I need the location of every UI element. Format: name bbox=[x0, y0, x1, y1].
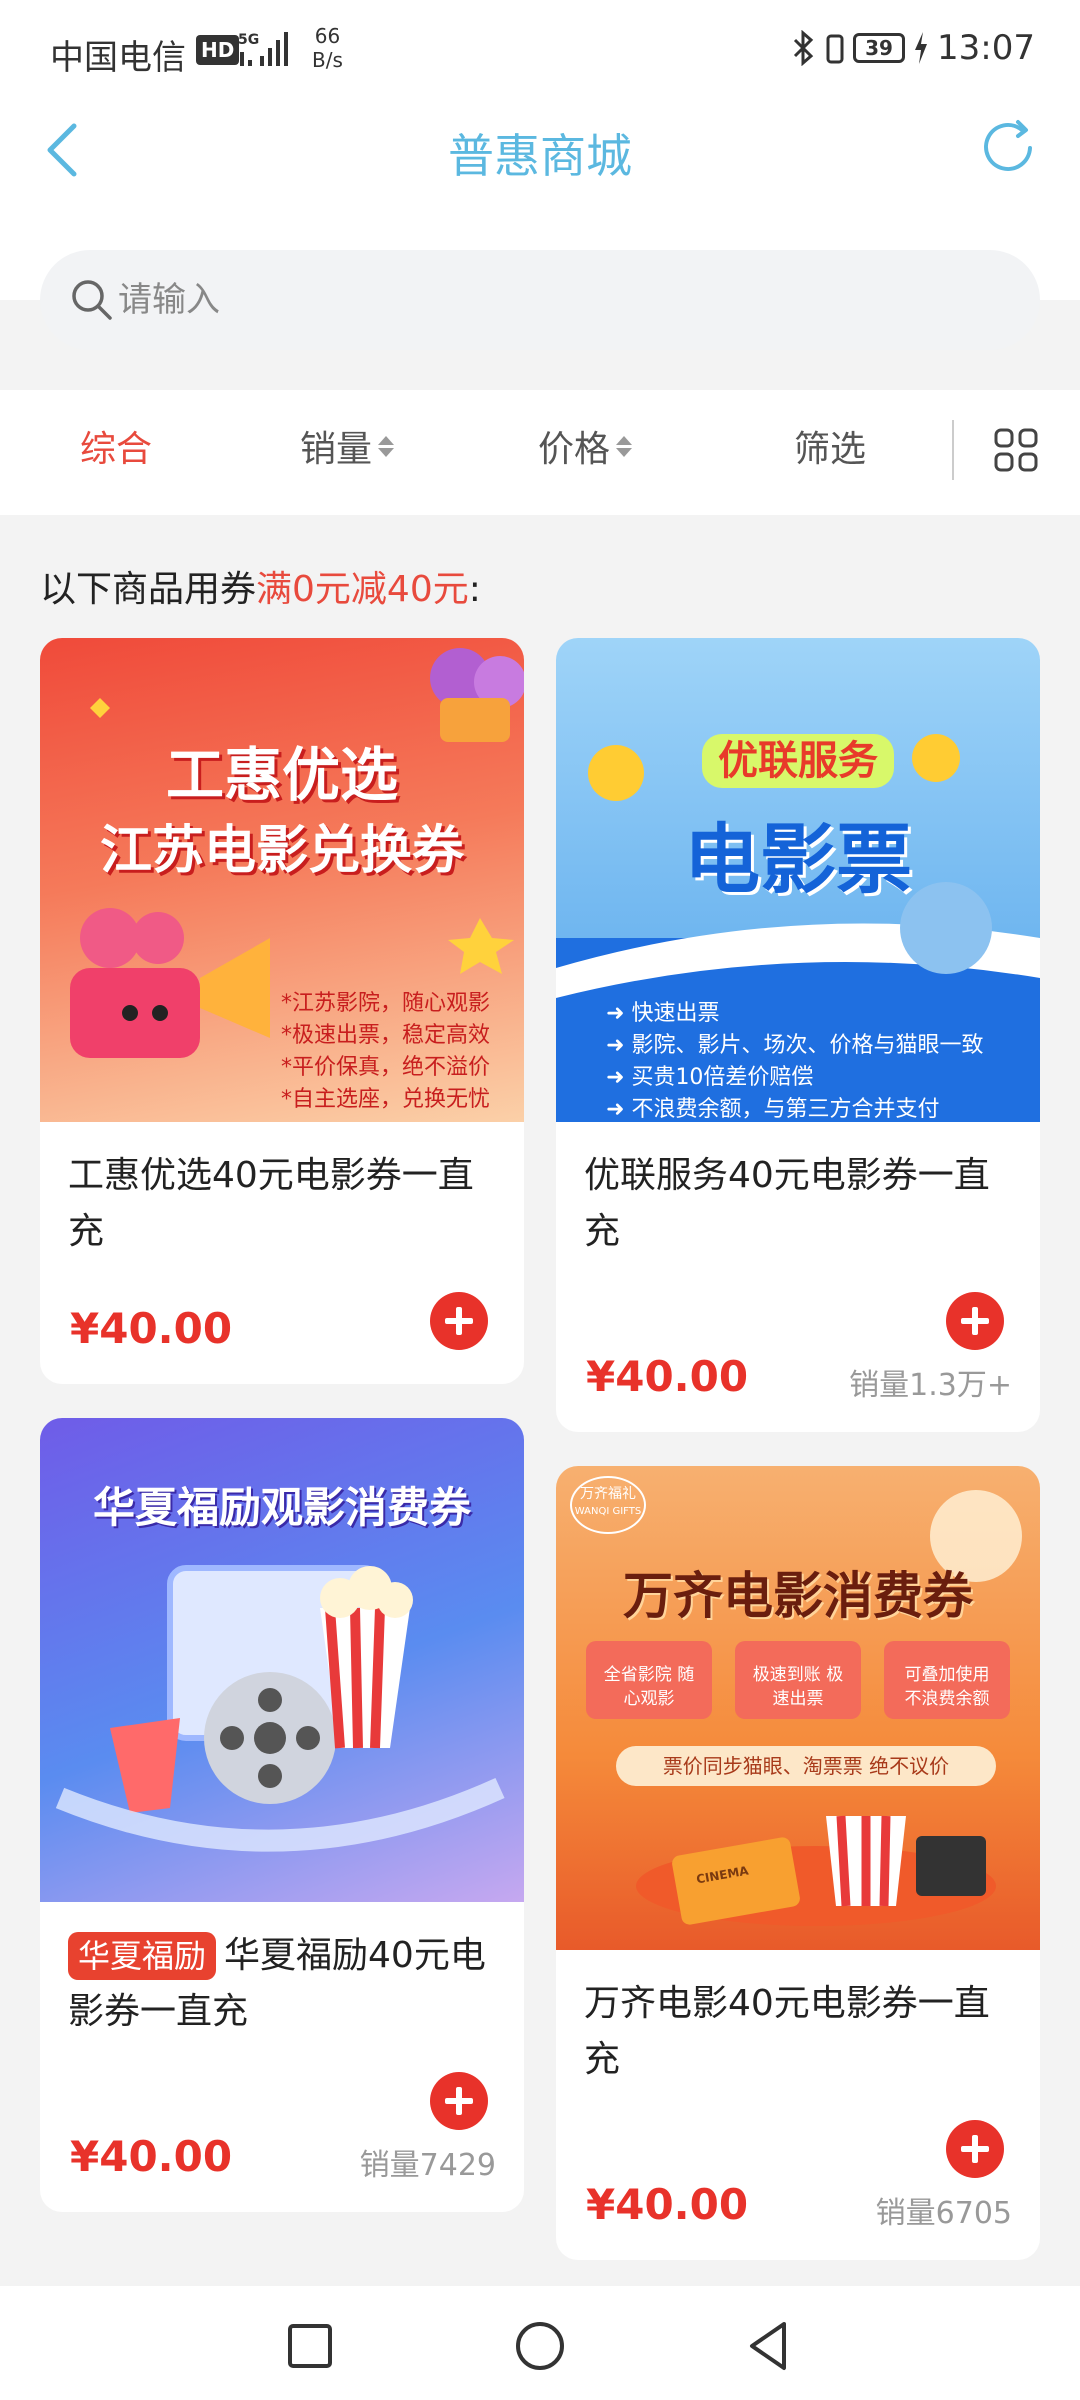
product-card[interactable]: 华夏福励观影消费券 华夏福励 华夏福励40元电影券一直充 ¥40.00 销量742… bbox=[40, 1418, 524, 2212]
sales-count: 销量6705 bbox=[875, 2196, 1012, 2231]
feature-box: 全省影院 随心观影 bbox=[586, 1641, 712, 1719]
charging-icon bbox=[915, 32, 928, 64]
speed-value: 66 bbox=[314, 24, 341, 48]
product-name[interactable]: 工惠优选40元电影券一直充 bbox=[68, 1148, 500, 1260]
bullet: *自主选座，兑换无忧 bbox=[280, 1087, 490, 1112]
product-image[interactable]: 华夏福励观影消费券 bbox=[40, 1418, 524, 1902]
product-image[interactable]: 万齐福礼 WANQI GIFTS 万齐电影消费券 全省影院 随心观影 极速到账 … bbox=[556, 1466, 1040, 1950]
add-to-cart-button[interactable] bbox=[946, 1292, 1004, 1350]
product-name[interactable]: 万齐电影40元电影券一直充 bbox=[584, 1976, 1016, 2088]
hint-prefix: 以下商品用券 bbox=[40, 569, 257, 610]
svg-text:5G: 5G bbox=[238, 32, 259, 48]
bullet-text: 买贵10倍差价赔偿 bbox=[631, 1065, 814, 1090]
tab-filter[interactable]: 筛选 bbox=[794, 420, 866, 472]
add-to-cart-button[interactable] bbox=[946, 2120, 1004, 2178]
status-bar: 中国电信 HD 5G 66 B/s 39 13:07 bbox=[0, 0, 1080, 100]
system-nav-bar bbox=[0, 2286, 1080, 2400]
tab-sales[interactable]: 销量 bbox=[300, 420, 395, 472]
bullet: ➜ 影院、影片、场次、价格与猫眼一致 bbox=[606, 1033, 984, 1058]
signal-icon: 5G bbox=[238, 32, 288, 66]
image-title-line1: 优联服务 bbox=[556, 728, 1040, 788]
bullet: ➜ 快速出票 bbox=[606, 1001, 720, 1026]
tab-label: 筛选 bbox=[794, 429, 867, 470]
tab-label: 价格 bbox=[538, 429, 611, 470]
status-right: 39 13:07 bbox=[791, 28, 1035, 68]
product-price: ¥40.00 bbox=[586, 1352, 749, 1401]
battery-level: 39 bbox=[853, 33, 906, 63]
product-name[interactable]: 华夏福励 华夏福励40元电影券一直充 bbox=[68, 1928, 500, 2040]
image-title-badge: 优联服务 bbox=[702, 734, 894, 788]
product-price: ¥40.00 bbox=[70, 2132, 233, 2181]
tab-comprehensive[interactable]: 综合 bbox=[80, 420, 152, 472]
search-input[interactable] bbox=[118, 280, 978, 320]
sort-tabs: 综合 销量 价格 筛选 bbox=[0, 390, 1080, 515]
product-name[interactable]: 优联服务40元电影券一直充 bbox=[584, 1148, 1016, 1260]
refresh-icon[interactable] bbox=[978, 116, 1042, 180]
speed-unit: B/s bbox=[312, 48, 343, 72]
add-to-cart-button[interactable] bbox=[430, 1292, 488, 1350]
tab-divider bbox=[952, 420, 954, 480]
feature-boxes: 全省影院 随心观影 极速到账 极速出票 可叠加使用 不浪费余额 bbox=[586, 1641, 1010, 1719]
image-bullets: *江苏影院，随心观影 *极速出票，稳定高效 *平价保真，绝不溢价 *自主选座，兑… bbox=[281, 988, 490, 1116]
bullet: ➜ 买贵10倍差价赔偿 bbox=[606, 1065, 814, 1090]
product-card[interactable]: 万齐福礼 WANQI GIFTS 万齐电影消费券 全省影院 随心观影 极速到账 … bbox=[556, 1466, 1040, 2260]
square-icon[interactable] bbox=[280, 2316, 340, 2376]
product-image[interactable]: 工惠优选 江苏电影兑换券 *江苏影院，随心观影 *极速出票，稳定高效 *平价保真… bbox=[40, 638, 524, 1122]
feature-box: 极速到账 极速出票 bbox=[735, 1641, 861, 1719]
sales-count: 销量7429 bbox=[359, 2148, 496, 2183]
bluetooth-icon bbox=[793, 30, 814, 66]
image-title-line1: 万齐电影消费券 bbox=[623, 1567, 973, 1625]
image-title-line2: 江苏电影兑换券 bbox=[99, 821, 464, 881]
tab-label: 综合 bbox=[80, 429, 153, 470]
product-image[interactable]: 优联服务 电影票 ➜ 快速出票 ➜ 影院、影片、场次、价格与猫眼一致 ➜ 买贵1… bbox=[556, 638, 1040, 1122]
price-banner: 票价同步猫眼、淘票票 绝不议价 bbox=[616, 1746, 996, 1786]
bullet-text: 快速出票 bbox=[631, 1001, 720, 1026]
hint-suffix: : bbox=[468, 569, 481, 610]
grid-view-icon[interactable] bbox=[994, 428, 1038, 472]
bullet: ➜ 不浪费余额，与第三方合并支付 bbox=[606, 1097, 940, 1122]
product-card[interactable]: 工惠优选 江苏电影兑换券 *江苏影院，随心观影 *极速出票，稳定高效 *平价保真… bbox=[40, 638, 524, 1384]
product-price: ¥40.00 bbox=[70, 1304, 233, 1353]
bullet-text: 不浪费余额，与第三方合并支付 bbox=[631, 1097, 940, 1122]
sort-arrows-icon bbox=[378, 435, 395, 457]
brand-logo: 万齐福礼 WANQI GIFTS bbox=[570, 1476, 646, 1534]
image-title-line2: 电影票 bbox=[684, 815, 912, 904]
coupon-hint: 以下商品用券满0元减40元: bbox=[40, 560, 481, 612]
triangle-back-icon[interactable] bbox=[740, 2316, 800, 2376]
feature-box: 可叠加使用 不浪费余额 bbox=[884, 1641, 1010, 1719]
bullet: *江苏影院，随心观影 bbox=[280, 991, 490, 1016]
tab-label: 销量 bbox=[300, 429, 373, 470]
page-title: 普惠商城 bbox=[448, 129, 632, 183]
hd-badge: HD bbox=[196, 35, 240, 65]
bullet-text: 影院、影片、场次、价格与猫眼一致 bbox=[631, 1033, 984, 1058]
image-bullets: ➜ 快速出票 ➜ 影院、影片、场次、价格与猫眼一致 ➜ 买贵10倍差价赔偿 ➜ … bbox=[606, 998, 983, 1122]
header: 普惠商城 bbox=[0, 100, 1080, 350]
carrier-label: 中国电信 bbox=[50, 38, 186, 78]
sort-arrows-icon bbox=[616, 435, 633, 457]
vibrate-battery-icon bbox=[826, 34, 844, 64]
product-price: ¥40.00 bbox=[586, 2180, 749, 2229]
circle-icon[interactable] bbox=[510, 2316, 570, 2376]
hint-highlight: 满0元减40元 bbox=[256, 569, 469, 610]
search-icon bbox=[72, 280, 112, 320]
search-bar[interactable] bbox=[40, 250, 1040, 350]
bullet: *极速出票，稳定高效 bbox=[280, 1023, 490, 1048]
logo-text: 万齐福礼 bbox=[580, 1486, 636, 1502]
bullet: *平价保真，绝不溢价 bbox=[280, 1055, 490, 1080]
brand-tag: 华夏福励 bbox=[68, 1932, 217, 1980]
product-card[interactable]: 优联服务 电影票 ➜ 快速出票 ➜ 影院、影片、场次、价格与猫眼一致 ➜ 买贵1… bbox=[556, 638, 1040, 1432]
network-speed: 66 B/s bbox=[312, 24, 343, 72]
add-to-cart-button[interactable] bbox=[430, 2072, 488, 2130]
logo-text-en: WANQI GIFTS bbox=[574, 1506, 642, 1517]
clock: 13:07 bbox=[937, 28, 1035, 68]
tab-price[interactable]: 价格 bbox=[538, 420, 633, 472]
sales-count: 销量1.3万+ bbox=[849, 1368, 1012, 1403]
image-title-line1: 华夏福励观影消费券 bbox=[92, 1483, 471, 1532]
image-title-line1: 工惠优选 bbox=[165, 741, 398, 809]
